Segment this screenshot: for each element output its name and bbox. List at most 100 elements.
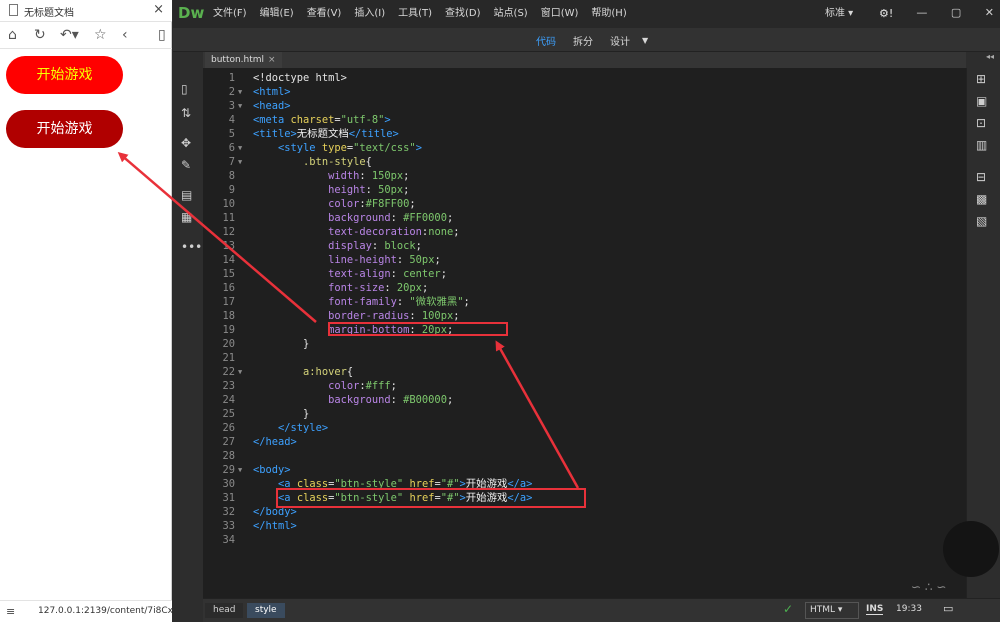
code-token: "text/css" xyxy=(353,142,416,154)
insert-mode[interactable]: INS xyxy=(866,604,884,615)
fold-arrow-icon[interactable]: ▼ xyxy=(238,141,248,155)
code-line[interactable]: 20 } xyxy=(203,337,966,351)
code-line[interactable]: 28 xyxy=(203,449,966,463)
code-line[interactable]: 15 text-align: center; xyxy=(203,267,966,281)
code-token: "utf-8" xyxy=(340,114,385,126)
fold-arrow-icon[interactable]: ▼ xyxy=(238,463,248,477)
code-line[interactable]: 1 <!doctype html> xyxy=(203,71,966,85)
menu-window[interactable]: 窗口(W) xyxy=(541,0,579,28)
code-line[interactable]: 19 margin-bottom: 20px; xyxy=(203,323,966,337)
code-line[interactable]: 3 ▼ <head> xyxy=(203,99,966,113)
fold-arrow-icon[interactable]: ▼ xyxy=(238,155,248,169)
view-design-button[interactable]: 设计 xyxy=(610,33,630,48)
collapse-panel-icon[interactable]: ◂◂ xyxy=(986,52,994,61)
maximize-icon[interactable]: ▢ xyxy=(951,6,961,19)
code-line[interactable]: 10 color:#F8FF00; xyxy=(203,197,966,211)
code-line[interactable]: 34 xyxy=(203,533,966,547)
page-icon[interactable]: ▯ xyxy=(158,27,166,43)
fold-arrow-icon[interactable]: ▼ xyxy=(238,365,248,379)
undo-icon[interactable]: ↶▾ xyxy=(60,27,79,43)
code-line[interactable]: 14 line-height: 50px; xyxy=(203,253,966,267)
format-icon[interactable]: ▦ xyxy=(181,210,192,224)
close-icon[interactable]: × xyxy=(268,55,276,65)
code-line[interactable]: 27 </head> xyxy=(203,435,966,449)
code-text: text-decoration:none; xyxy=(253,225,459,239)
menu-icon[interactable]: ≡ xyxy=(6,605,15,618)
code-line[interactable]: 18 border-radius: 100px; xyxy=(203,309,966,323)
menu-site[interactable]: 站点(S) xyxy=(494,0,528,28)
menu-file[interactable]: 文件(F) xyxy=(213,0,247,28)
files-icon[interactable]: ⊟ xyxy=(976,170,986,184)
fold-arrow-icon[interactable]: ▼ xyxy=(238,85,248,99)
hierarchy-icon[interactable]: ⊞ xyxy=(976,72,986,86)
code-line[interactable]: 16 font-size: 20px; xyxy=(203,281,966,295)
menu-tools[interactable]: 工具(T) xyxy=(398,0,432,28)
language-select[interactable]: HTML ▾ xyxy=(805,602,859,619)
more-icon[interactable]: ••• xyxy=(181,240,202,254)
view-code-button[interactable]: 代码 xyxy=(536,33,556,48)
comment-icon[interactable]: ▤ xyxy=(181,188,192,202)
code-line[interactable]: 12 text-decoration:none; xyxy=(203,225,966,239)
workspace-select[interactable]: 标准 ▾ xyxy=(825,0,853,28)
code-token: display xyxy=(328,240,372,252)
view-split-button[interactable]: 拆分 xyxy=(573,33,593,48)
refresh-icon[interactable]: ↻ xyxy=(34,27,46,43)
line-number: 4 xyxy=(228,114,235,126)
assets-icon[interactable]: ▩ xyxy=(976,192,987,206)
code-line[interactable]: 4 <meta charset="utf-8"> xyxy=(203,113,966,127)
menu-edit[interactable]: 编辑(E) xyxy=(260,0,294,28)
code-line[interactable]: 5 <title>无标题文档</title> xyxy=(203,127,966,141)
code-token: 50px xyxy=(409,254,435,266)
breadcrumb-head[interactable]: head xyxy=(205,603,244,618)
file-tab-button-html[interactable]: button.html × xyxy=(205,52,282,68)
code-line[interactable]: 17 font-family: "微软雅黑"; xyxy=(203,295,966,309)
code-token: 20px xyxy=(396,282,422,294)
breadcrumb-style[interactable]: style xyxy=(247,603,285,618)
preview-icon[interactable]: ▭ xyxy=(943,602,953,615)
menu-view[interactable]: 查看(V) xyxy=(307,0,342,28)
menu-help[interactable]: 帮助(H) xyxy=(591,0,626,28)
new-document-icon[interactable]: ▯ xyxy=(181,82,188,96)
snippets-icon[interactable]: ▧ xyxy=(976,214,987,228)
code-line[interactable]: 23 color:#fff; xyxy=(203,379,966,393)
code-line[interactable]: 11 background: #FF0000; xyxy=(203,211,966,225)
insert-icon[interactable]: ⊡ xyxy=(976,116,986,130)
code-line[interactable]: 9 height: 50px; xyxy=(203,183,966,197)
close-window-icon[interactable]: ✕ xyxy=(985,6,994,19)
code-line[interactable]: 24 background: #B00000; xyxy=(203,393,966,407)
code-line[interactable]: 13 display: block; xyxy=(203,239,966,253)
code-line[interactable]: 29 ▼ <body> xyxy=(203,463,966,477)
home-icon[interactable]: ⌂ xyxy=(8,27,17,43)
code-editor[interactable]: 1 <!doctype html> 2 ▼ <html> 3 ▼ <head> 4 <meta c… xyxy=(203,68,966,598)
menu-find[interactable]: 查找(D) xyxy=(445,0,481,28)
browser-tab[interactable]: 无标题文档 × xyxy=(0,0,172,22)
code-text: } xyxy=(253,407,309,421)
code-line[interactable]: 6 ▼ <style type="text/css"> xyxy=(203,141,966,155)
code-line[interactable]: 22 ▼ a:hover{ xyxy=(203,365,966,379)
code-line[interactable]: 7 ▼ .btn-style{ xyxy=(203,155,966,169)
start-game-button-hover[interactable]: 开始游戏 xyxy=(6,110,123,148)
properties-icon[interactable]: ▥ xyxy=(976,138,987,152)
minimize-icon[interactable]: — xyxy=(916,6,927,19)
close-icon[interactable]: × xyxy=(153,2,164,17)
back-icon[interactable]: ‹ xyxy=(122,27,128,43)
floating-widget[interactable] xyxy=(943,521,999,577)
chevron-down-icon[interactable]: ▼ xyxy=(642,36,648,45)
gear-icon[interactable]: ⚙! xyxy=(879,0,893,28)
image-icon[interactable]: ▣ xyxy=(976,94,987,108)
code-line[interactable]: 21 xyxy=(203,351,966,365)
brush-icon[interactable]: ✎ xyxy=(181,158,191,172)
code-line[interactable]: 2 ▼ <html> xyxy=(203,85,966,99)
code-line[interactable]: 8 width: 150px; xyxy=(203,169,966,183)
code-token: font-family xyxy=(328,296,397,308)
code-line[interactable]: 33 </html> xyxy=(203,519,966,533)
menu-insert[interactable]: 插入(I) xyxy=(354,0,385,28)
star-icon[interactable]: ☆ xyxy=(94,27,107,43)
start-game-button[interactable]: 开始游戏 xyxy=(6,56,123,94)
sort-icon[interactable]: ⇅ xyxy=(181,106,191,120)
code-line[interactable]: 25 } xyxy=(203,407,966,421)
code-line[interactable]: 26 </style> xyxy=(203,421,966,435)
move-icon[interactable]: ✥ xyxy=(181,136,191,150)
fold-arrow-icon[interactable]: ▼ xyxy=(238,99,248,113)
